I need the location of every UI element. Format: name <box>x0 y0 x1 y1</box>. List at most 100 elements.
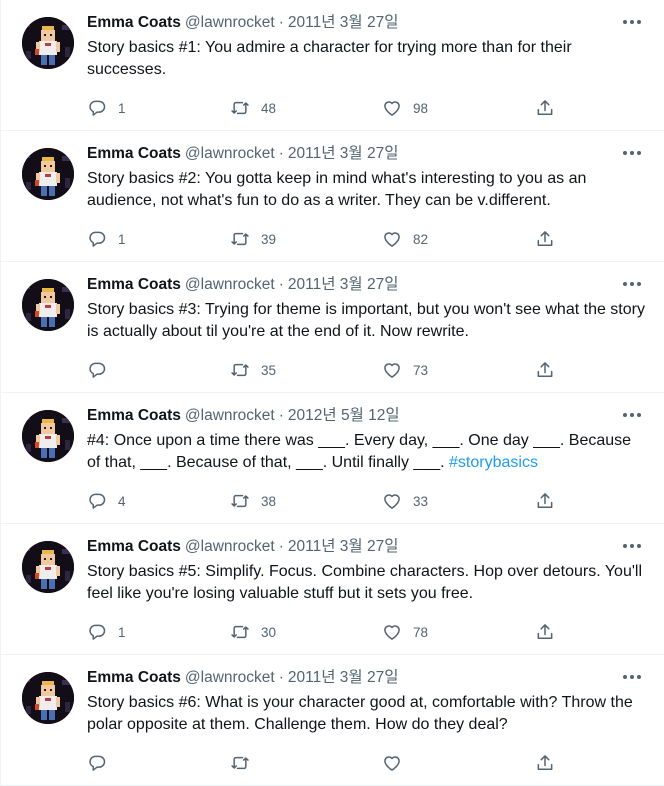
tweet[interactable]: Emma Coats @lawnrocket · 2011년 3월 27일 St… <box>1 131 664 262</box>
tweet-text-content: Story basics #5: Simplify. Focus. Combin… <box>87 563 643 602</box>
reply-button[interactable] <box>87 360 118 380</box>
retweet-icon <box>231 363 249 377</box>
avatar[interactable] <box>22 17 74 69</box>
more-horizontal-icon[interactable] <box>620 405 644 425</box>
author-name[interactable]: Emma Coats <box>87 668 181 688</box>
timeline: Emma Coats @lawnrocket · 2011년 3월 27일 St… <box>0 0 664 786</box>
like-button[interactable]: 78 <box>382 622 428 642</box>
like-button[interactable]: 82 <box>382 229 428 249</box>
separator: · <box>278 14 284 31</box>
author-name[interactable]: Emma Coats <box>87 537 181 557</box>
retweet-button[interactable]: 39 <box>230 229 276 249</box>
reply-count: 1 <box>118 624 126 640</box>
hashtag-link[interactable]: #storybasics <box>449 454 538 471</box>
tweet[interactable]: Emma Coats @lawnrocket · 2011년 3월 27일 St… <box>1 262 664 393</box>
separator: · <box>278 145 284 162</box>
heart-icon <box>384 101 400 116</box>
reply-icon <box>89 493 106 509</box>
tweet-date[interactable]: 2012년 5월 12일 <box>288 406 400 426</box>
tweet-date[interactable]: 2011년 3월 27일 <box>288 13 399 33</box>
retweet-count: 48 <box>261 100 277 116</box>
tweet-actions: 35 73 <box>87 360 567 382</box>
tweet-date[interactable]: 2011년 3월 27일 <box>288 275 399 295</box>
tweet-text: Story basics #3: Trying for theme is imp… <box>87 299 647 343</box>
tweet-text: Story basics #2: You gotta keep in mind … <box>87 168 647 212</box>
tweet-text: Story basics #1: You admire a character … <box>87 37 647 81</box>
separator: · <box>278 276 284 293</box>
tweet-actions: 4 38 33 <box>87 491 567 513</box>
avatar[interactable] <box>22 279 74 331</box>
author-name[interactable]: Emma Coats <box>87 13 181 33</box>
share-button[interactable] <box>535 753 555 773</box>
author-handle[interactable]: @lawnrocket <box>185 406 275 426</box>
avatar[interactable] <box>22 541 74 593</box>
author-handle[interactable]: @lawnrocket <box>185 13 275 33</box>
reply-button[interactable]: 1 <box>87 229 126 249</box>
share-button[interactable] <box>535 491 555 511</box>
more-horizontal-icon[interactable] <box>620 274 644 294</box>
more-horizontal-icon[interactable] <box>620 536 644 556</box>
avatar[interactable] <box>22 148 74 200</box>
reply-button[interactable]: 1 <box>87 622 126 642</box>
avatar-image <box>22 279 74 331</box>
author-handle[interactable]: @lawnrocket <box>185 668 275 688</box>
author-name[interactable]: Emma Coats <box>87 406 181 426</box>
tweet[interactable]: Emma Coats @lawnrocket · 2011년 3월 27일 St… <box>1 0 664 131</box>
more-horizontal-icon[interactable] <box>620 667 644 687</box>
share-button[interactable] <box>535 622 555 642</box>
reply-button[interactable]: 4 <box>87 491 126 511</box>
tweet-header: Emma Coats @lawnrocket · 2011년 3월 27일 <box>87 143 648 165</box>
tweet-actions: 1 39 82 <box>87 229 567 251</box>
retweet-count: 30 <box>261 624 277 640</box>
like-count: 33 <box>413 493 429 509</box>
retweet-button[interactable] <box>230 753 261 773</box>
heart-icon <box>384 363 400 378</box>
like-button[interactable]: 73 <box>382 360 428 380</box>
share-button[interactable] <box>535 98 555 118</box>
retweet-button[interactable]: 35 <box>230 360 276 380</box>
tweet-date[interactable]: 2011년 3월 27일 <box>288 668 399 688</box>
tweet-date[interactable]: 2011년 3월 27일 <box>288 144 399 164</box>
like-count: 82 <box>413 231 429 247</box>
tweet-text: #4: Once upon a time there was ___. Ever… <box>87 430 647 474</box>
reply-button[interactable] <box>87 753 118 773</box>
more-horizontal-icon[interactable] <box>620 12 644 32</box>
separator: · <box>278 407 284 424</box>
avatar-image <box>22 17 74 69</box>
like-button[interactable]: 33 <box>382 491 428 511</box>
reply-count: 4 <box>118 493 126 509</box>
reply-icon <box>89 100 106 116</box>
tweet-body: Emma Coats @lawnrocket · 2011년 3월 27일 St… <box>87 143 648 212</box>
retweet-button[interactable]: 30 <box>230 622 276 642</box>
tweet-header: Emma Coats @lawnrocket · 2012년 5월 12일 <box>87 405 648 427</box>
tweet[interactable]: Emma Coats @lawnrocket · 2011년 3월 27일 St… <box>1 524 664 655</box>
retweet-button[interactable]: 48 <box>230 98 276 118</box>
author-handle[interactable]: @lawnrocket <box>185 275 275 295</box>
more-horizontal-icon[interactable] <box>620 143 644 163</box>
heart-icon <box>384 625 400 640</box>
tweet-text-content: Story basics #3: Trying for theme is imp… <box>87 301 645 340</box>
retweet-count: 35 <box>261 362 277 378</box>
tweet-body: Emma Coats @lawnrocket · 2011년 3월 27일 St… <box>87 536 648 605</box>
like-count: 78 <box>413 624 429 640</box>
like-button[interactable]: 98 <box>382 98 428 118</box>
tweet[interactable]: Emma Coats @lawnrocket · 2012년 5월 12일 #4… <box>1 393 664 524</box>
tweet-actions <box>87 753 567 775</box>
tweet[interactable]: Emma Coats @lawnrocket · 2011년 3월 27일 St… <box>1 655 664 786</box>
share-button[interactable] <box>535 229 555 249</box>
avatar[interactable] <box>22 672 74 724</box>
share-icon <box>537 100 553 115</box>
share-button[interactable] <box>535 360 555 380</box>
avatar[interactable] <box>22 410 74 462</box>
tweet-date[interactable]: 2011년 3월 27일 <box>288 537 399 557</box>
tweet-actions: 1 30 78 <box>87 622 567 644</box>
author-name[interactable]: Emma Coats <box>87 275 181 295</box>
tweet-text-content: Story basics #1: You admire a character … <box>87 39 572 78</box>
reply-button[interactable]: 1 <box>87 98 126 118</box>
author-handle[interactable]: @lawnrocket <box>185 537 275 557</box>
author-handle[interactable]: @lawnrocket <box>185 144 275 164</box>
like-button[interactable] <box>382 753 413 773</box>
author-name[interactable]: Emma Coats <box>87 144 181 164</box>
retweet-button[interactable]: 38 <box>230 491 276 511</box>
tweet-header: Emma Coats @lawnrocket · 2011년 3월 27일 <box>87 536 648 558</box>
